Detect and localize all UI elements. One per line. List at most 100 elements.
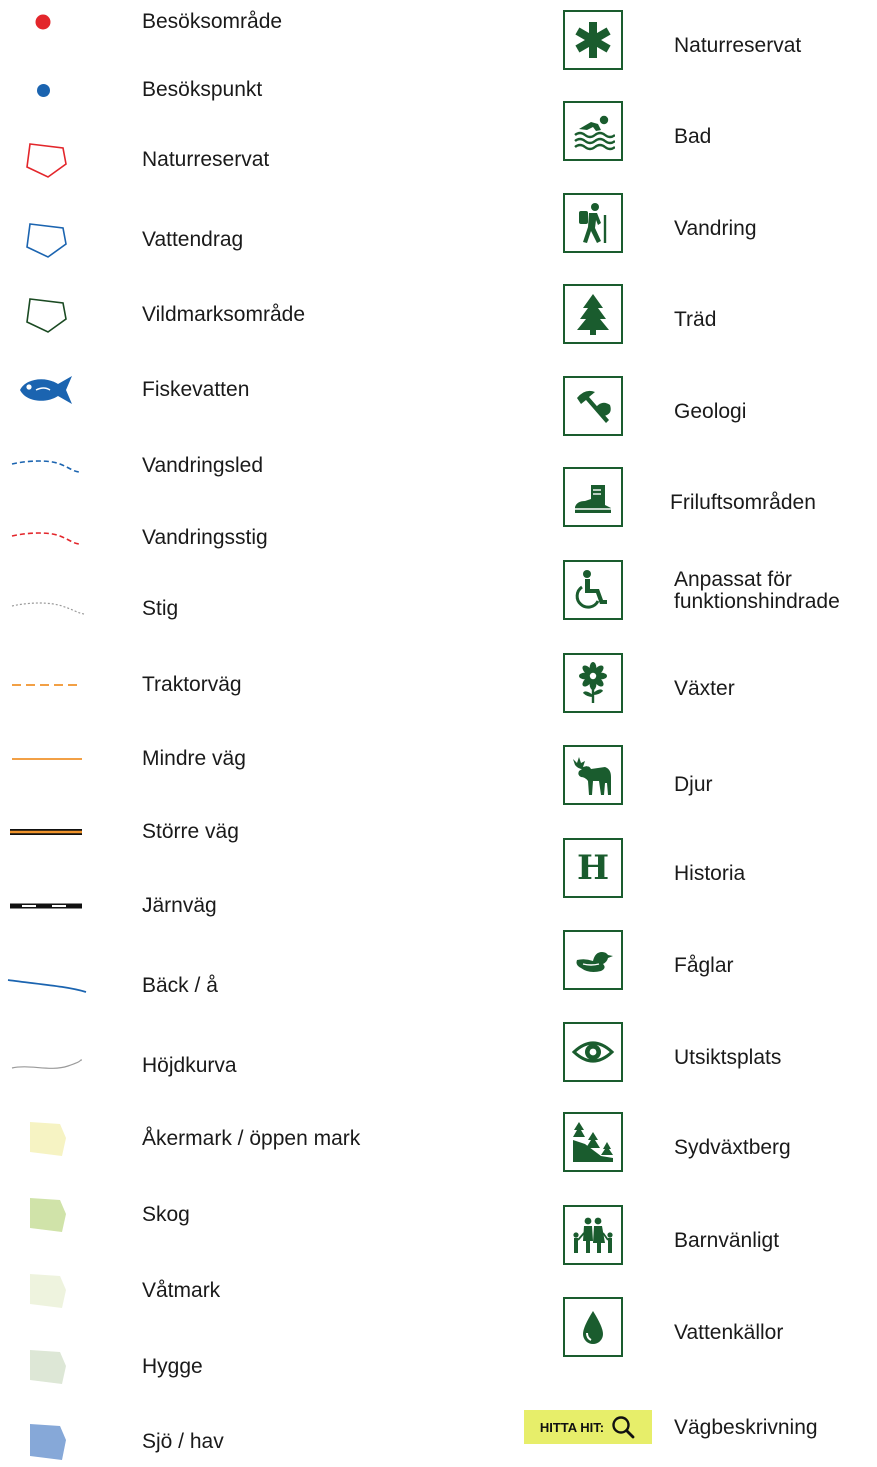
railway-line-icon bbox=[10, 903, 82, 909]
legend-label: Historia bbox=[674, 862, 746, 885]
magnifier-icon bbox=[612, 1416, 635, 1439]
fish-icon bbox=[20, 376, 72, 404]
legend-row-hiking-path: Vandringsstig bbox=[0, 526, 520, 550]
legend-row-viewpoint: Utsiktsplats bbox=[520, 1022, 877, 1084]
legend-row-contour: Höjdkurva bbox=[0, 1052, 520, 1080]
legend-label: Vandring bbox=[674, 217, 757, 240]
legend-label: Stig bbox=[142, 597, 179, 620]
eye-icon bbox=[563, 1022, 623, 1082]
legend-row-railway: Järnväg bbox=[0, 894, 520, 918]
orange-dashed-line-icon bbox=[12, 684, 82, 686]
legend-label: Besöksområde bbox=[142, 10, 283, 33]
legend-row-water-sources: Vattenkällor bbox=[520, 1297, 877, 1359]
legend-label: Bäck / å bbox=[142, 974, 218, 997]
legend-row-visit-area: Besöksområde bbox=[0, 10, 520, 34]
red-dashed-line-icon bbox=[11, 532, 81, 545]
legend-label: Barnvänligt bbox=[674, 1229, 780, 1252]
clearcut-area-icon bbox=[30, 1350, 66, 1384]
legend-label: Mindre väg bbox=[142, 747, 246, 770]
blue-dot-icon bbox=[37, 84, 50, 97]
legend-label: Höjdkurva bbox=[142, 1054, 237, 1077]
find-directions-button[interactable]: HITTA HIT: bbox=[524, 1410, 652, 1444]
orange-line-icon bbox=[12, 758, 82, 760]
legend-label: Fåglar bbox=[674, 954, 734, 977]
legend-row-field: Åkermark / öppen mark bbox=[0, 1118, 520, 1160]
legend-label: Skog bbox=[142, 1203, 190, 1226]
legend-label: Djur bbox=[674, 773, 713, 796]
legend-row-outdoor-areas: Friluftsområden bbox=[520, 467, 877, 529]
legend-row-geology: Geologi bbox=[520, 376, 877, 438]
duck-icon bbox=[563, 930, 623, 990]
wetland-area-icon bbox=[30, 1274, 66, 1308]
legend-label: Vattenkällor bbox=[674, 1321, 784, 1344]
field-area-icon bbox=[30, 1122, 66, 1156]
legend-label: Friluftsområden bbox=[670, 491, 816, 514]
boot-icon bbox=[563, 467, 623, 527]
legend-label: Sydväxtberg bbox=[674, 1136, 791, 1159]
legend-label: Järnväg bbox=[142, 894, 217, 917]
nature-reserve-icon bbox=[563, 10, 623, 70]
legend-row-hiking: Vandring bbox=[520, 193, 877, 255]
legend-row-visit-point: Besökspunkt bbox=[0, 78, 520, 102]
legend-label: Naturreservat bbox=[142, 148, 270, 171]
legend-row-clearcut: Hygge bbox=[0, 1346, 520, 1388]
legend-label: Större väg bbox=[142, 820, 239, 843]
blue-polygon-outline-icon bbox=[26, 223, 67, 258]
legend-row-animals: Djur bbox=[520, 745, 877, 807]
blue-dashed-line-icon bbox=[11, 460, 81, 473]
legend-row-tree: Träd bbox=[520, 284, 877, 346]
forest-area-icon bbox=[30, 1198, 66, 1232]
legend-label: Vandringsled bbox=[142, 454, 264, 477]
legend-label: Traktorväg bbox=[142, 673, 242, 696]
legend-label: Vandringsstig bbox=[142, 526, 268, 549]
legend-label: Vattendrag bbox=[142, 228, 244, 251]
legend-row-watercourse: Vattendrag bbox=[0, 220, 520, 260]
legend-row-forest: Skog bbox=[0, 1194, 520, 1236]
flower-icon bbox=[563, 653, 623, 713]
legend-row-plants: Växter bbox=[520, 653, 877, 715]
geology-icon bbox=[563, 376, 623, 436]
legend-label: Naturreservat bbox=[674, 34, 802, 57]
legend-row-nature-reserve: Naturreservat bbox=[0, 140, 520, 180]
history-icon: H bbox=[563, 838, 623, 898]
legend-row-path: Stig bbox=[0, 597, 520, 621]
legend-label: Hygge bbox=[142, 1355, 203, 1378]
directions-label: Vägbeskrivning bbox=[674, 1416, 818, 1439]
family-icon bbox=[563, 1205, 623, 1265]
legend-label: Träd bbox=[674, 308, 717, 331]
south-slope-icon bbox=[563, 1112, 623, 1172]
legend-label: Växter bbox=[674, 677, 735, 700]
legend-row-history: H Historia bbox=[520, 838, 877, 900]
water-drop-icon bbox=[563, 1297, 623, 1357]
legend-label: Fiskevatten bbox=[142, 378, 250, 401]
legend-label: Geologi bbox=[674, 400, 747, 423]
find-button-label: HITTA HIT: bbox=[539, 1419, 605, 1435]
legend-row-south-slope: Sydväxtberg bbox=[520, 1112, 877, 1174]
legend-row-wetland: Våtmark bbox=[0, 1270, 520, 1312]
legend-row-minor-road: Mindre väg bbox=[0, 747, 520, 771]
tree-icon bbox=[563, 284, 623, 344]
legend-row-swimming: Bad bbox=[520, 101, 877, 163]
legend-row-hiking-trail: Vandringsled bbox=[0, 454, 520, 478]
legend-row-major-road: Större väg bbox=[0, 820, 520, 844]
water-area-icon bbox=[30, 1424, 66, 1460]
hiking-icon bbox=[563, 193, 623, 253]
history-glyph: H bbox=[576, 848, 610, 888]
legend-label: Besökspunkt bbox=[142, 78, 263, 101]
stream-line-icon bbox=[7, 979, 87, 993]
red-dot-icon bbox=[35, 14, 51, 30]
legend-label: Utsiktsplats bbox=[674, 1046, 782, 1069]
legend-row-stream: Bäck / å bbox=[0, 972, 520, 1000]
legend-row-child-friendly: Barnvänligt bbox=[520, 1205, 877, 1267]
swimming-icon bbox=[563, 101, 623, 161]
contour-line-icon bbox=[11, 1059, 83, 1069]
legend-row-nature-reserve-icon: Naturreservat bbox=[520, 10, 877, 72]
legend-label: Våtmark bbox=[142, 1279, 221, 1302]
legend-row-fishing-water: Fiskevatten bbox=[0, 374, 520, 406]
legend-row-wilderness: Vildmarksområde bbox=[0, 295, 520, 335]
major-road-line-icon bbox=[10, 829, 82, 835]
legend-row-tractor-road: Traktorväg bbox=[0, 673, 520, 697]
legend-row-accessible: Anpassat för funktionshindrade bbox=[520, 560, 877, 622]
legend-row-birds: Fåglar bbox=[520, 930, 877, 992]
legend-label: Bad bbox=[674, 125, 712, 148]
